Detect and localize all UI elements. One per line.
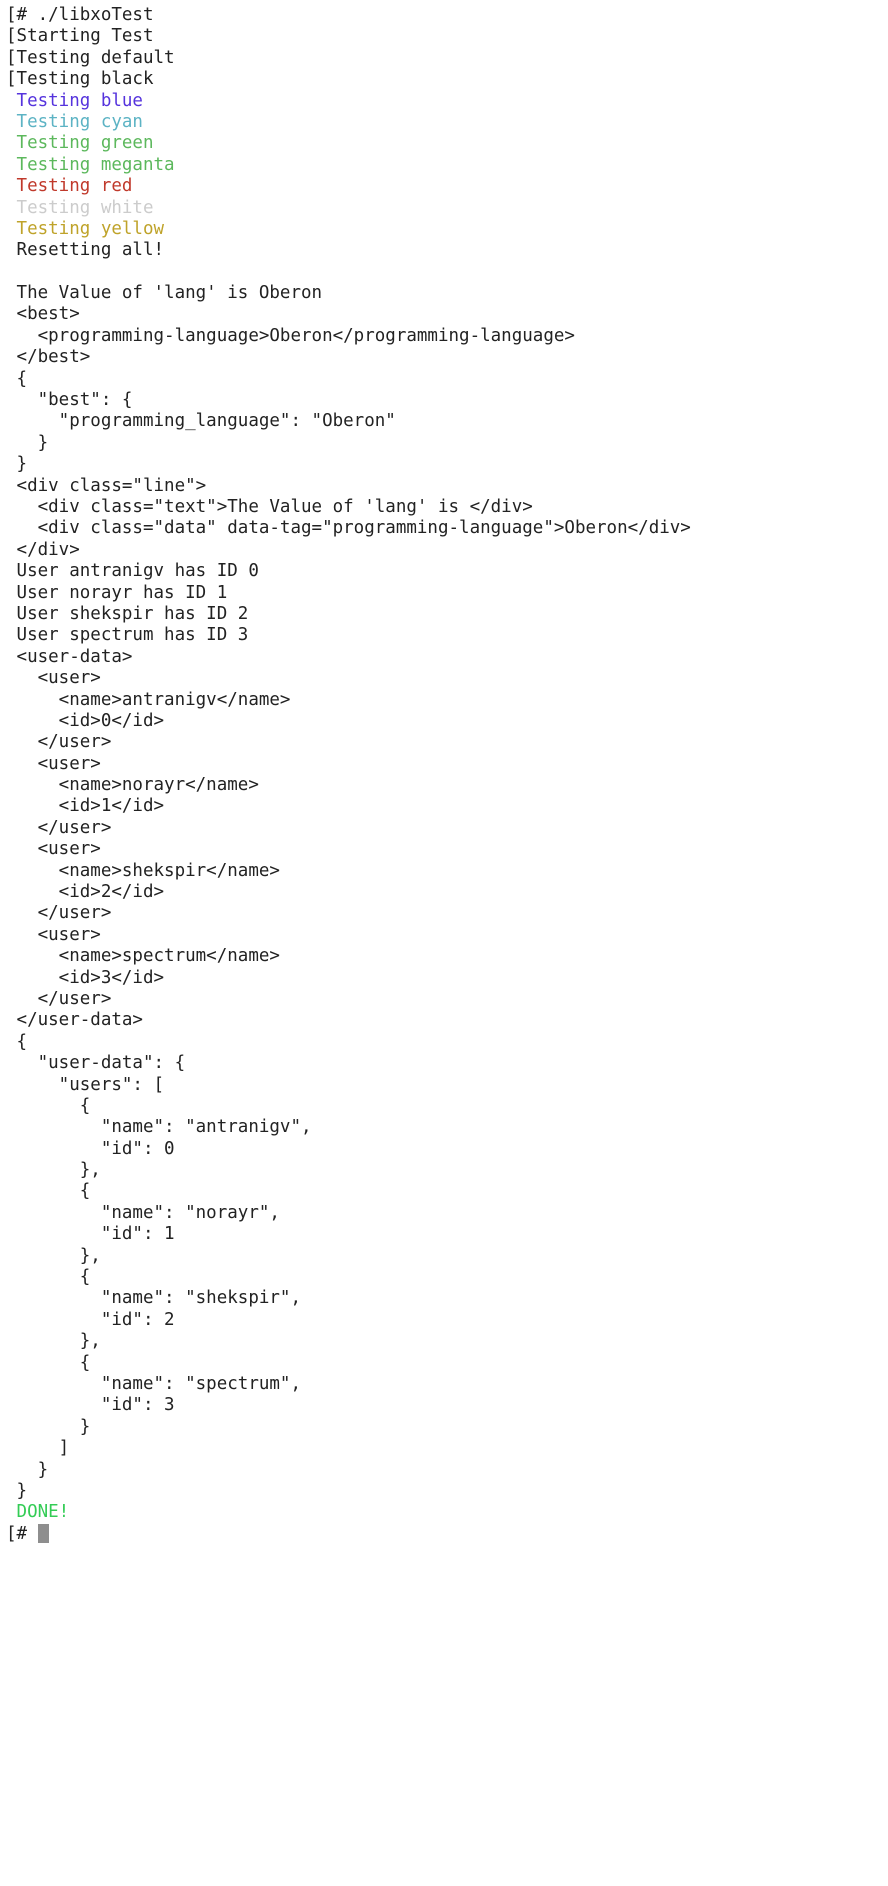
terminal-line: "name": "spectrum", [6,1374,302,1394]
terminal-line: <id>2</id> [6,882,165,903]
terminal-line: "name": "antranigv", [6,1117,312,1138]
terminal-window[interactable]: [# ./libxoTest [Starting Test [Testing def… [0,0,888,1886]
terminal-line: Testing blue [6,90,143,111]
terminal-line: <div class="line"> [6,475,207,496]
terminal-line: [# ./libxoTest [6,5,154,25]
terminal-line: </div> [6,539,80,560]
terminal-line: Testing red [6,176,133,197]
terminal-line: </user> [6,903,112,924]
terminal-line: { [6,368,28,389]
shell-prompt: [# [6,1523,38,1544]
terminal-line: } [6,1459,49,1480]
terminal-line: User shekspir has ID 2 [6,603,249,624]
terminal-line: { [6,1267,91,1288]
terminal-line: "programming_language": "Oberon" [6,411,396,432]
terminal-line: </best> [6,347,91,368]
terminal-scrollback: [# ./libxoTest [Starting Test [Testing def… [0,0,888,1545]
terminal-line: User norayr has ID 1 [6,582,228,603]
terminal-line: </user> [6,817,112,838]
text-cursor [37,1523,49,1543]
terminal-line: <id>0</id> [6,710,165,731]
terminal-line: [Testing black [6,69,154,90]
terminal-line: <user> [6,924,101,945]
terminal-line: Resetting all! [6,240,165,261]
terminal-line: "best": { [6,390,133,411]
terminal-line: } [6,1416,91,1437]
terminal-line: { [6,1181,91,1202]
terminal-line: { [6,1095,91,1116]
terminal-line: <id>1</id> [6,796,165,817]
terminal-line: <user> [6,753,101,774]
terminal-line: "user-data": { [6,1053,186,1074]
terminal-line: }, [6,1160,101,1181]
terminal-line: ] [6,1438,70,1459]
terminal-line: Testing yellow [6,218,165,239]
terminal-line: "name": "norayr", [6,1202,280,1223]
terminal-line: "id": 1 [6,1224,175,1245]
terminal-line: [Starting Test [6,26,154,47]
terminal-line: </user> [6,988,112,1009]
terminal-line: Testing white [6,197,154,218]
terminal-line: User spectrum has ID 3 [6,625,249,646]
terminal-line: "name": "shekspir", [6,1288,302,1309]
terminal-line: { [6,1352,91,1373]
terminal-line: }, [6,1331,101,1352]
terminal-line: <name>spectrum</name> [6,946,280,967]
terminal-line: } [6,1480,28,1501]
terminal-line: Testing green [6,133,154,154]
terminal-line: The Value of 'lang' is Oberon [6,283,323,304]
terminal-line: <id>3</id> [6,967,165,988]
terminal-line: [Testing default [6,47,175,68]
terminal-line: [# [0,1523,888,1545]
terminal-line: Testing meganta [6,154,175,175]
terminal-line: "id": 2 [6,1309,175,1330]
terminal-line: </user> [6,732,112,753]
terminal-line: <div class="data" data-tag="programming-… [6,518,691,539]
terminal-line: } [6,432,49,453]
terminal-line: DONE! [6,1502,70,1523]
terminal-line: <div class="text">The Value of 'lang' is… [6,496,533,517]
terminal-line: <name>norayr</name> [6,775,259,796]
terminal-line: "id": 3 [6,1395,175,1416]
terminal-line: Testing cyan [6,111,143,132]
terminal-line: <best> [6,304,80,325]
terminal-line: <user> [6,839,101,860]
terminal-line: </user-data> [6,1010,143,1031]
terminal-line: "id": 0 [6,1138,175,1159]
terminal-line: <user> [6,668,101,689]
terminal-line: <user-data> [6,646,133,667]
terminal-line: <programming-language>Oberon</programmin… [6,325,575,346]
terminal-line: <name>shekspir</name> [6,860,280,881]
terminal-line: } [6,454,28,475]
terminal-line: <name>antranigv</name> [6,689,291,710]
terminal-line: User antranigv has ID 0 [6,561,259,582]
terminal-line: }, [6,1245,101,1266]
terminal-line: { [6,1031,28,1052]
terminal-line: "users": [ [6,1074,165,1095]
